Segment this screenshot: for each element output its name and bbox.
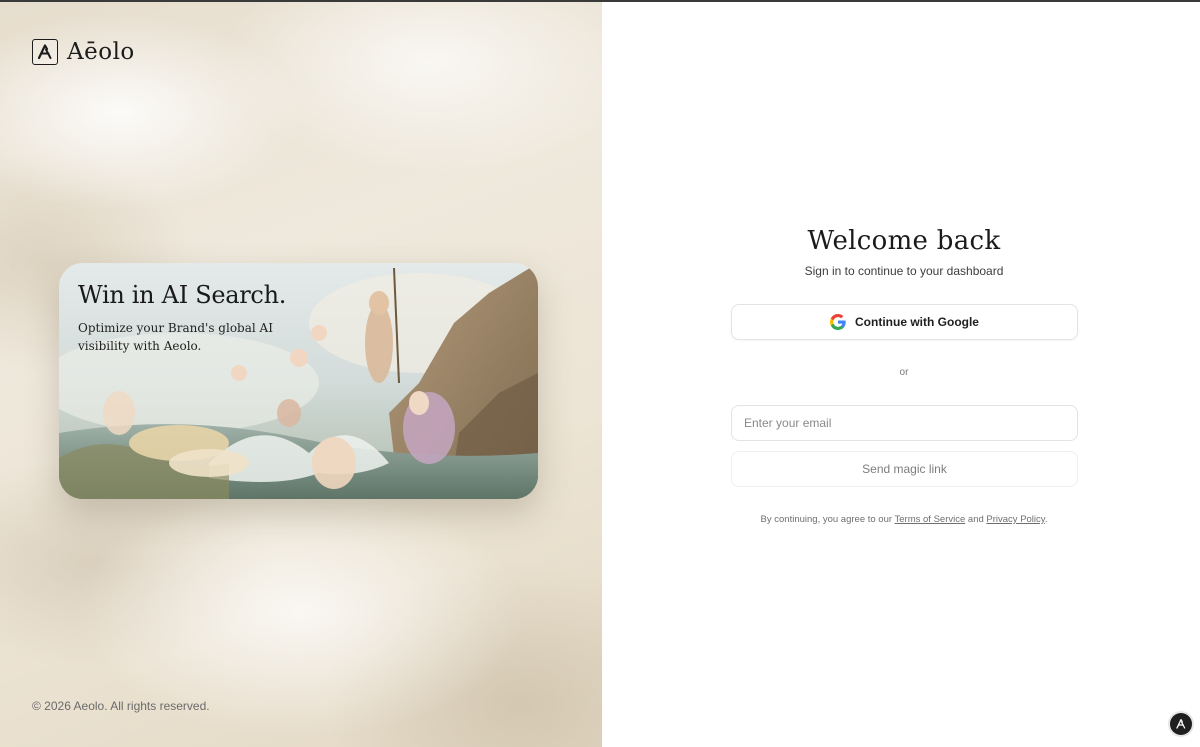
divider-or: or	[899, 367, 909, 378]
page-title: Welcome back	[807, 226, 1001, 256]
terms-and: and	[967, 514, 984, 525]
hero-card: Win in AI Search. Optimize your Brand's …	[59, 263, 538, 499]
email-field[interactable]	[731, 405, 1078, 441]
send-magic-link-label: Send magic link	[862, 462, 947, 476]
terms-of-service-link[interactable]: Terms of Service	[895, 514, 966, 525]
send-magic-link-button[interactable]: Send magic link	[731, 451, 1078, 487]
google-signin-button[interactable]: Continue with Google	[731, 304, 1078, 340]
google-icon	[830, 314, 846, 330]
terms-prefix: By continuing, you agree to our	[760, 514, 893, 525]
brand-name: Aēolo	[67, 39, 135, 65]
floating-action-button[interactable]	[1170, 713, 1192, 735]
aeolo-logo-icon	[32, 39, 58, 65]
google-signin-label: Continue with Google	[855, 315, 979, 329]
page-subtitle: Sign in to continue to your dashboard	[804, 264, 1004, 278]
copyright-text: © 2026 Aeolo. All rights reserved.	[32, 699, 210, 713]
auth-panel: Welcome back Sign in to continue to your…	[602, 2, 1200, 747]
terms-suffix: .	[1044, 514, 1048, 525]
aeolo-logo-icon	[1176, 719, 1186, 729]
login-page: Aēolo Win in AI Search. Optimize your Br…	[0, 0, 1200, 747]
brand-panel: Aēolo Win in AI Search. Optimize your Br…	[0, 2, 602, 747]
hero-title: Win in AI Search.	[78, 281, 287, 309]
terms-notice: By continuing, you agree to our Terms of…	[602, 514, 1200, 525]
brand[interactable]: Aēolo	[32, 39, 135, 65]
privacy-policy-link[interactable]: Privacy Policy	[986, 514, 1044, 525]
hero-subtitle: Optimize your Brand's global AI visibili…	[78, 321, 273, 353]
